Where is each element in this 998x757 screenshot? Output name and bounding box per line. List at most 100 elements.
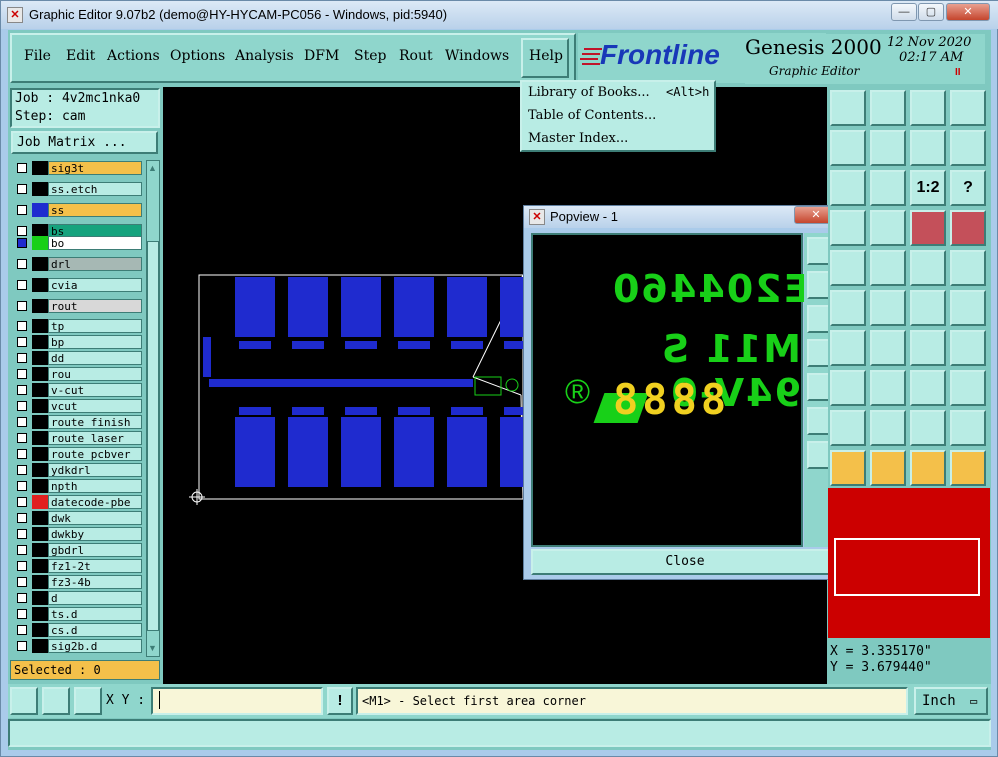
layer-name[interactable]: vcut xyxy=(48,399,142,413)
layer-name[interactable]: sig3t xyxy=(48,161,142,175)
layer-row[interactable]: v-cut xyxy=(12,383,142,397)
menu-help-label[interactable]: Help xyxy=(529,48,563,64)
layer-row[interactable]: fz3-4b xyxy=(12,575,142,589)
layer-row[interactable]: ss.etch xyxy=(12,182,142,196)
layer-name[interactable]: cvia xyxy=(48,278,142,292)
menu-windows[interactable]: Windows xyxy=(445,48,509,64)
pan-left-icon[interactable] xyxy=(830,130,866,166)
layer-row[interactable]: fz1-2t xyxy=(12,559,142,573)
layer-row[interactable]: sig3t xyxy=(12,161,142,175)
flip-icon[interactable] xyxy=(950,330,986,366)
layer-checkbox[interactable] xyxy=(17,449,27,459)
popview-titlebar[interactable]: ✕ Popview - 1 ✕ xyxy=(524,206,844,228)
pad-icon[interactable] xyxy=(950,250,986,286)
layer-name[interactable]: sig2b.d xyxy=(48,639,142,653)
layer-name[interactable]: fz3-4b xyxy=(48,575,142,589)
connect-icon[interactable] xyxy=(910,290,946,326)
layer-row[interactable]: ts.d xyxy=(12,607,142,621)
layer-row[interactable]: ss xyxy=(12,203,142,217)
grid-icon[interactable] xyxy=(870,210,906,246)
layer-checkbox[interactable] xyxy=(17,545,27,555)
node-icon[interactable] xyxy=(830,290,866,326)
minimize-button[interactable]: — xyxy=(891,3,917,21)
grid-mode-icon[interactable] xyxy=(74,687,102,715)
center-icon[interactable] xyxy=(910,370,946,406)
redo-icon[interactable] xyxy=(950,130,986,166)
layer-name[interactable]: bo xyxy=(48,236,142,250)
layer-scrollbar[interactable]: ▲ ▼ xyxy=(146,160,160,657)
layer-checkbox[interactable] xyxy=(17,641,27,651)
select-icon[interactable] xyxy=(830,450,866,486)
layer-row[interactable]: gbdrl xyxy=(12,543,142,557)
layer-row[interactable]: cvia xyxy=(12,278,142,292)
maximize-button[interactable]: ▢ xyxy=(918,3,944,21)
layer-checkbox[interactable] xyxy=(17,513,27,523)
layer-checkbox[interactable] xyxy=(17,593,27,603)
menu-rout[interactable]: Rout xyxy=(399,48,433,64)
layer-checkbox[interactable] xyxy=(17,417,27,427)
layer-name[interactable]: route_laser xyxy=(48,431,142,445)
shapes-icon[interactable] xyxy=(950,370,986,406)
scale-icon[interactable]: 1:2 xyxy=(910,170,946,206)
layer-checkbox[interactable] xyxy=(17,301,27,311)
job-matrix-button[interactable]: Job Matrix ... xyxy=(11,131,158,154)
zoom-icon[interactable] xyxy=(870,170,906,206)
arc2-icon[interactable] xyxy=(870,410,906,446)
layer-row[interactable]: cs.d xyxy=(12,623,142,637)
layer-checkbox[interactable] xyxy=(17,163,27,173)
layer-name[interactable]: gbdrl xyxy=(48,543,142,557)
layer-row[interactable]: route_pcbver xyxy=(12,447,142,461)
snap-icon[interactable] xyxy=(830,370,866,406)
layer-checkbox[interactable] xyxy=(17,577,27,587)
layer-row[interactable]: rout xyxy=(12,299,142,313)
layer-checkbox[interactable] xyxy=(17,184,27,194)
layer-checkbox[interactable] xyxy=(17,259,27,269)
arc-icon[interactable] xyxy=(830,410,866,446)
menu-options[interactable]: Options xyxy=(170,48,225,64)
layer-row[interactable]: bp xyxy=(12,335,142,349)
layer-name[interactable]: dd xyxy=(48,351,142,365)
point-icon[interactable] xyxy=(950,290,986,326)
layer-name[interactable]: v-cut xyxy=(48,383,142,397)
layer-checkbox[interactable] xyxy=(17,321,27,331)
layer-checkbox[interactable] xyxy=(17,205,27,215)
layer-name[interactable]: rou xyxy=(48,367,142,381)
layer-row[interactable]: dwkby xyxy=(12,527,142,541)
layer-name[interactable]: bp xyxy=(48,335,142,349)
close-window-button[interactable]: ✕ xyxy=(946,3,990,21)
menu-master-index[interactable]: Master Index... xyxy=(528,131,628,146)
layer-row[interactable]: bo xyxy=(12,236,142,250)
layer-row[interactable]: drl xyxy=(12,257,142,271)
xy-input[interactable] xyxy=(151,687,323,715)
measure-icon[interactable] xyxy=(830,210,866,246)
layer-checkbox[interactable] xyxy=(17,465,27,475)
arc3-icon[interactable] xyxy=(910,410,946,446)
layer-name[interactable]: ss.etch xyxy=(48,182,142,196)
scroll-thumb[interactable] xyxy=(147,241,159,631)
layer-name[interactable]: dwk xyxy=(48,511,142,525)
pause-icon[interactable]: II xyxy=(955,67,961,78)
layer-row[interactable]: rou xyxy=(12,367,142,381)
menu-actions[interactable]: Actions xyxy=(107,48,160,64)
ruler-icon[interactable] xyxy=(910,250,946,286)
menu-edit[interactable]: Edit xyxy=(66,48,95,64)
layer-row[interactable]: datecode-pbe xyxy=(12,495,142,509)
layer-name[interactable]: rout xyxy=(48,299,142,313)
layer-name[interactable]: dwkby xyxy=(48,527,142,541)
fit-icon[interactable] xyxy=(830,170,866,206)
layer-name[interactable]: datecode-pbe xyxy=(48,495,142,509)
layer-row[interactable]: vcut xyxy=(12,399,142,413)
angle-icon[interactable] xyxy=(830,330,866,366)
menu-dfm[interactable]: DFM xyxy=(304,48,339,64)
layer-name[interactable]: d xyxy=(48,591,142,605)
menu-file[interactable]: File xyxy=(24,48,51,64)
popview-canvas[interactable]: E204460 M11 S 94V-0 ® 8888 xyxy=(531,233,810,547)
layer-checkbox[interactable] xyxy=(17,529,27,539)
zoom-down-icon[interactable] xyxy=(870,90,906,126)
layer-row[interactable]: ydkdrl xyxy=(12,463,142,477)
overview-map[interactable] xyxy=(828,488,990,638)
layer-row[interactable]: npth xyxy=(12,479,142,493)
layer-checkbox[interactable] xyxy=(17,226,27,236)
layer-row[interactable]: tp xyxy=(12,319,142,333)
window-icon[interactable] xyxy=(950,90,986,126)
